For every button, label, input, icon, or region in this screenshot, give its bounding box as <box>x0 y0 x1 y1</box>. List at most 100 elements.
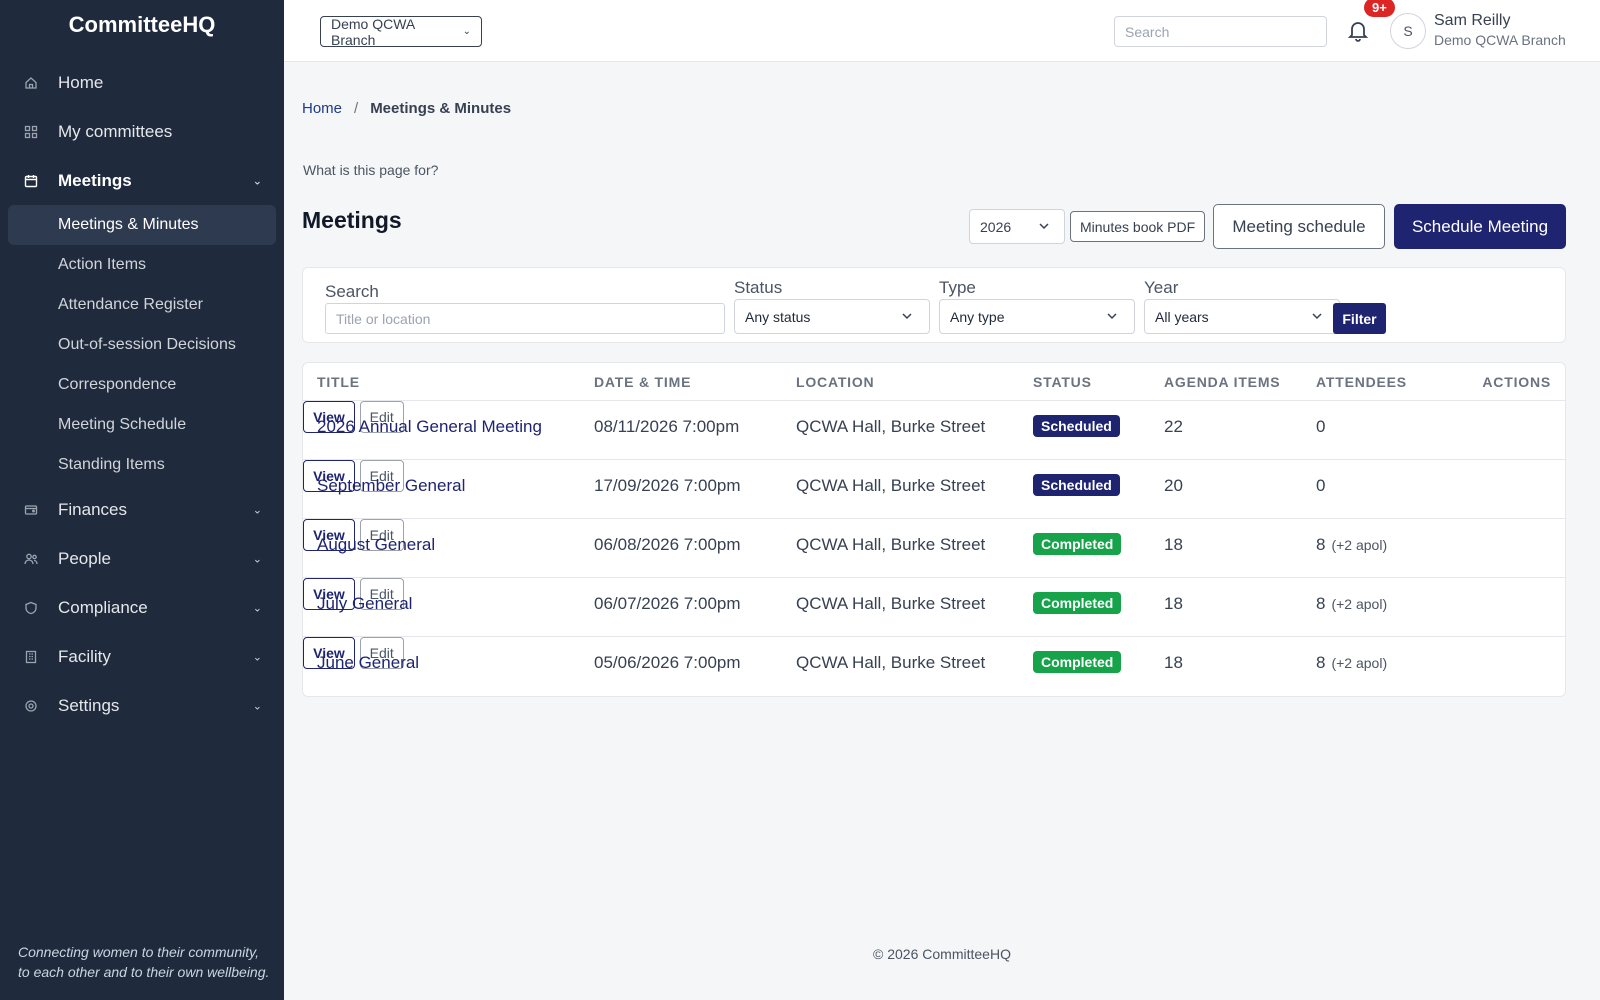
chevron-down-icon: ⌄ <box>252 700 262 712</box>
filter-button[interactable]: Filter <box>1333 303 1386 334</box>
table-row: June General 05/06/2026 7:00pm QCWA Hall… <box>303 637 1565 696</box>
help-link[interactable]: What is this page for? <box>303 162 438 178</box>
meeting-title-link[interactable]: July General <box>317 594 412 614</box>
status-filter-select[interactable]: Any status <box>734 299 930 334</box>
column-header-location[interactable]: LOCATION <box>796 374 874 390</box>
branch-selector[interactable]: Demo QCWA Branch ⌄ <box>320 16 482 48</box>
year-filter-select[interactable]: All years <box>1144 299 1340 334</box>
agenda-item-count: 22 <box>1164 417 1183 436</box>
meeting-title-link[interactable]: June General <box>317 653 419 673</box>
meeting-datetime: 17/09/2026 7:00pm <box>594 476 741 495</box>
search-filter-label: Search <box>325 282 379 301</box>
sidebar-subitem-correspondence[interactable]: Correspondence <box>8 365 276 405</box>
sidebar-item-label: Compliance <box>58 597 148 617</box>
meeting-datetime: 05/06/2026 7:00pm <box>594 653 741 672</box>
chevron-down-icon: ⌄ <box>252 651 262 663</box>
sidebar-item-settings[interactable]: Settings ⌄ <box>0 681 284 730</box>
minutes-book-pdf-button[interactable]: Minutes book PDF <box>1070 211 1206 242</box>
page-title: Meetings <box>302 207 402 233</box>
footer-copyright: © 2026 CommitteeHQ <box>873 946 1011 962</box>
sidebar-item-label: Settings <box>58 695 120 715</box>
chevron-down-icon <box>1038 220 1050 232</box>
chevron-down-icon <box>1106 310 1118 322</box>
status-badge: Completed <box>1033 651 1122 673</box>
schedule-meeting-button[interactable]: Schedule Meeting <box>1394 204 1566 249</box>
status-filter-value: Any status <box>745 308 811 325</box>
agenda-item-count: 18 <box>1164 594 1183 613</box>
meeting-location: QCWA Hall, Burke Street <box>796 653 986 672</box>
filter-panel: Search Status Any status Type Any type Y… <box>302 267 1566 343</box>
sidebar-subitem-attendance-register[interactable]: Attendance Register <box>8 285 276 325</box>
sidebar-item-compliance[interactable]: Compliance ⌄ <box>0 583 284 632</box>
meeting-location: QCWA Hall, Burke Street <box>796 535 986 554</box>
attendee-count-value: 8 <box>1316 653 1326 672</box>
breadcrumb-home-link[interactable]: Home <box>302 100 342 117</box>
search-filter-input[interactable] <box>325 303 725 334</box>
avatar[interactable]: S <box>1390 13 1426 49</box>
sidebar-subitem-meetings-minutes[interactable]: Meetings & Minutes <box>8 205 276 245</box>
home-icon <box>24 76 38 90</box>
sidebar-subitem-standing-items[interactable]: Standing Items <box>8 445 276 485</box>
apologies-count: (+2 apol) <box>1331 537 1388 553</box>
chevron-down-icon: ⌄ <box>252 602 262 614</box>
calendar-icon <box>24 174 38 188</box>
meeting-location: QCWA Hall, Burke Street <box>796 417 986 436</box>
chevron-down-icon: ⌄ <box>252 504 262 516</box>
chevron-down-icon: ⌄ <box>462 26 471 37</box>
attendee-count: 0 <box>1316 476 1331 496</box>
column-header-title[interactable]: TITLE <box>317 374 360 390</box>
meeting-datetime: 06/07/2026 7:00pm <box>594 594 741 613</box>
sidebar-item-my-committees[interactable]: My committees <box>0 107 284 156</box>
chevron-down-icon: ⌄ <box>252 175 262 187</box>
sidebar-item-home[interactable]: Home <box>0 58 284 107</box>
table-row: August General 06/08/2026 7:00pm QCWA Ha… <box>303 519 1565 578</box>
sidebar-item-label: Facility <box>58 646 111 666</box>
notification-badge[interactable]: 9+ <box>1364 0 1395 17</box>
meeting-title-link[interactable]: September General <box>317 476 465 496</box>
gear-icon <box>24 699 38 713</box>
status-badge: Completed <box>1033 533 1122 555</box>
building-icon <box>24 650 38 664</box>
sidebar-nav: Home My committees Meetings ⌄ Meetings &… <box>0 58 284 730</box>
sidebar-subitem-out-of-session-decisions[interactable]: Out-of-session Decisions <box>8 325 276 365</box>
sidebar-item-label: My committees <box>58 121 173 141</box>
column-header-datetime[interactable]: DATE & TIME <box>594 374 691 390</box>
column-header-attendees[interactable]: ATTENDEES <box>1316 374 1407 390</box>
meeting-title-link[interactable]: August General <box>317 535 435 555</box>
meeting-schedule-button[interactable]: Meeting schedule <box>1213 204 1385 249</box>
status-badge: Scheduled <box>1033 474 1120 496</box>
sidebar-item-finances[interactable]: Finances ⌄ <box>0 485 284 534</box>
sidebar-item-meetings[interactable]: Meetings ⌄ <box>0 156 284 205</box>
table-row: September General 17/09/2026 7:00pm QCWA… <box>303 460 1565 519</box>
status-badge: Scheduled <box>1033 415 1120 437</box>
wallet-icon <box>24 503 38 517</box>
agenda-item-count: 18 <box>1164 535 1183 554</box>
sidebar-item-people[interactable]: People ⌄ <box>0 534 284 583</box>
apologies-count: (+2 apol) <box>1331 596 1388 612</box>
year-filter-label: Year <box>1144 278 1179 297</box>
user-branch: Demo QCWA Branch <box>1434 32 1566 48</box>
global-search-input[interactable] <box>1114 16 1327 47</box>
sidebar: CommitteeHQ Home My committees Meetings … <box>0 0 284 1000</box>
topbar: Demo QCWA Branch ⌄ 9+ S Sam Reilly Demo … <box>284 0 1600 62</box>
attendee-count-value: 0 <box>1316 417 1326 436</box>
column-header-agenda-items[interactable]: AGENDA ITEMS <box>1164 374 1280 390</box>
year-selector[interactable]: 2026 <box>969 209 1065 244</box>
column-header-actions: ACTIONS <box>1482 373 1551 390</box>
attendee-count-value: 8 <box>1316 535 1326 554</box>
bell-icon[interactable] <box>1346 18 1370 44</box>
sidebar-subitem-action-items[interactable]: Action Items <box>8 245 276 285</box>
user-name[interactable]: Sam Reilly <box>1434 12 1510 30</box>
table-header: TITLE DATE & TIME LOCATION STATUS AGENDA… <box>303 363 1565 401</box>
sidebar-item-facility[interactable]: Facility ⌄ <box>0 632 284 681</box>
column-header-status[interactable]: STATUS <box>1033 374 1092 390</box>
attendee-count: 8 (+2 apol) <box>1316 653 1387 673</box>
breadcrumb-current: Meetings & Minutes <box>370 100 512 117</box>
status-filter-label: Status <box>734 278 783 297</box>
chevron-down-icon: ⌄ <box>252 553 262 565</box>
meeting-title-link[interactable]: 2026 Annual General Meeting <box>317 417 542 437</box>
app-logo[interactable]: CommitteeHQ <box>0 0 284 50</box>
year-filter-value: All years <box>1155 308 1209 325</box>
type-filter-select[interactable]: Any type <box>939 299 1135 334</box>
sidebar-subitem-meeting-schedule[interactable]: Meeting Schedule <box>8 405 276 445</box>
